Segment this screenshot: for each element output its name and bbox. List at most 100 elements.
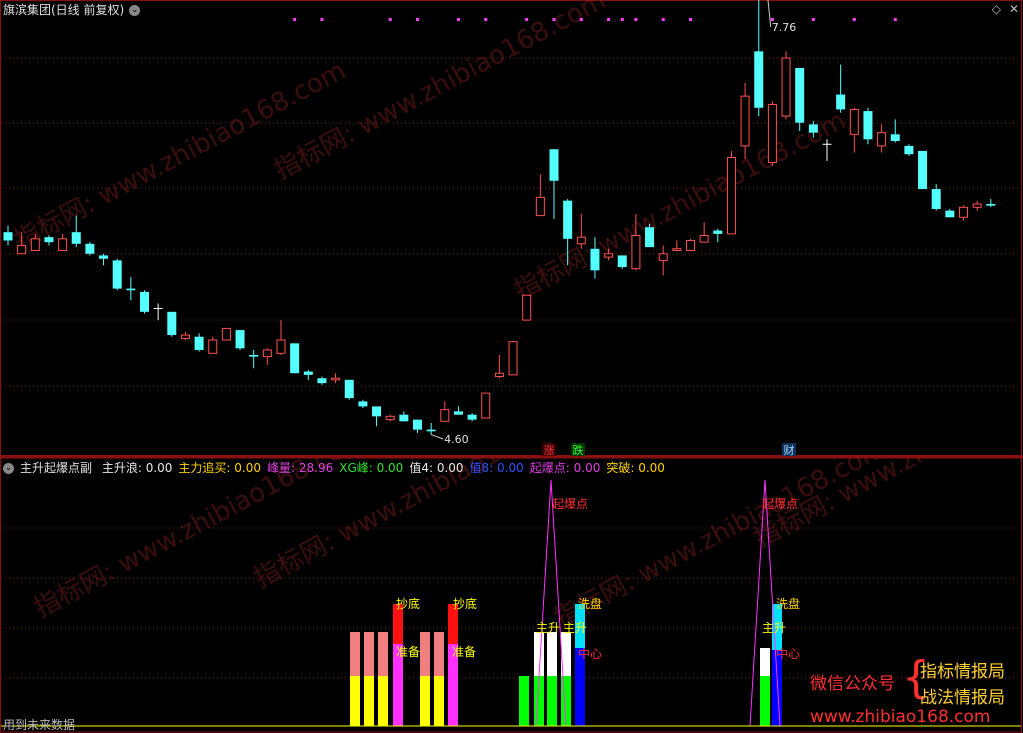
candle-7 bbox=[99, 253, 109, 266]
candle-37 bbox=[508, 341, 518, 376]
indicator-value-2: 峰量: 28.96 bbox=[267, 461, 334, 475]
candle-29 bbox=[399, 411, 409, 422]
candle-30 bbox=[413, 419, 422, 433]
candle-16 bbox=[221, 327, 231, 341]
candle-54 bbox=[740, 82, 750, 160]
diamond-icon[interactable]: ◇ bbox=[992, 2, 1001, 16]
candle-body bbox=[167, 311, 177, 336]
bottom-label-2: 抄底 bbox=[453, 596, 477, 611]
candle-body bbox=[563, 200, 573, 239]
candle-17 bbox=[235, 330, 245, 350]
indicator-title-bar: ⌄ 主升起爆点副 主升浪: 0.00 主力追买: 0.00 峰量: 28.96 XG峰:… bbox=[0, 458, 671, 478]
candle-body bbox=[71, 232, 81, 244]
candle-body bbox=[631, 235, 641, 270]
indicator-bar-17 bbox=[547, 632, 557, 676]
candle-body bbox=[30, 238, 40, 251]
candle-body bbox=[112, 260, 122, 289]
candle-48 bbox=[658, 245, 668, 276]
candle-21 bbox=[290, 343, 300, 374]
candle-11 bbox=[153, 303, 163, 321]
indicator-bar-2 bbox=[378, 676, 388, 726]
candle-body bbox=[617, 255, 627, 268]
candle-body bbox=[849, 108, 859, 135]
candle-body bbox=[576, 236, 586, 245]
candle-body bbox=[863, 111, 873, 140]
candle-49 bbox=[672, 240, 682, 251]
candle-64 bbox=[877, 124, 887, 153]
candle-body bbox=[658, 253, 668, 261]
candle-39 bbox=[535, 174, 545, 217]
signal-dot-3 bbox=[416, 18, 419, 21]
chevron-down-icon[interactable]: ⌄ bbox=[129, 5, 141, 16]
signal-dot-2 bbox=[388, 18, 392, 21]
candle-body bbox=[399, 414, 409, 422]
candle-36 bbox=[494, 354, 504, 379]
marker-label-2: 财 bbox=[784, 443, 795, 456]
indicator-value-1: 主力追买: 0.00 bbox=[178, 461, 261, 475]
candle-47 bbox=[645, 223, 655, 248]
candle-body bbox=[413, 419, 422, 430]
candle-body bbox=[44, 237, 54, 243]
signal-dot-16 bbox=[852, 18, 856, 21]
candle-body bbox=[508, 341, 518, 376]
candle-body bbox=[317, 378, 327, 384]
candle-70 bbox=[959, 205, 968, 221]
candle-67 bbox=[918, 150, 928, 190]
candle-body bbox=[344, 379, 354, 399]
candle-body bbox=[699, 235, 709, 243]
window-controls: ◇ ✕ bbox=[984, 2, 1019, 16]
chevron-down-icon[interactable]: ⌄ bbox=[3, 463, 14, 474]
candle-24 bbox=[331, 373, 341, 384]
candle-65 bbox=[890, 119, 900, 143]
explode-label-2: 起爆点 bbox=[762, 497, 798, 511]
candle-body bbox=[754, 51, 764, 108]
candle-body bbox=[180, 334, 190, 339]
candle-25 bbox=[344, 379, 354, 400]
candle-body bbox=[726, 157, 736, 235]
indicator-panel[interactable]: 指标网: www.zhibiao168.com 指标网: www.zhibiao1… bbox=[0, 458, 1023, 733]
candlestick-chart[interactable]: 指标网: www.zhibiao168.com指标网: www.zhibiao1… bbox=[0, 0, 1023, 456]
candle-9 bbox=[126, 276, 136, 301]
candle-63 bbox=[863, 107, 873, 145]
price-chart-panel[interactable]: 指标网: www.zhibiao168.com 指标网: www.zhibiao1… bbox=[0, 0, 1023, 456]
candle-body bbox=[17, 244, 27, 255]
candle-body bbox=[713, 230, 723, 234]
wash-label-2: 洗盘 bbox=[776, 596, 800, 611]
candle-body bbox=[385, 415, 395, 421]
candle-body bbox=[986, 203, 996, 206]
candle-14 bbox=[194, 333, 204, 352]
candle-55 bbox=[754, 0, 764, 117]
indicator-value-0: 主升浪: 0.00 bbox=[101, 461, 173, 475]
candle-6 bbox=[85, 242, 95, 256]
indicator-value-3: XG峰: 0.00 bbox=[339, 461, 404, 475]
candle-27 bbox=[372, 406, 382, 427]
candle-52 bbox=[713, 228, 723, 243]
candle-38 bbox=[522, 294, 532, 321]
candle-15 bbox=[208, 336, 218, 354]
candle-body bbox=[795, 67, 805, 123]
candle-body bbox=[208, 339, 218, 354]
candle-body bbox=[290, 343, 300, 374]
candle-body bbox=[467, 414, 477, 420]
candle-body bbox=[767, 103, 777, 164]
candle-body bbox=[959, 206, 968, 218]
marker-label-1: 跌 bbox=[573, 443, 584, 456]
candle-body bbox=[331, 377, 341, 381]
future-data-note: 用到未来数据 bbox=[3, 718, 76, 732]
indicator-bar-1 bbox=[364, 676, 374, 726]
candle-body bbox=[672, 248, 682, 251]
candle-body bbox=[877, 132, 887, 147]
candle-42 bbox=[576, 213, 586, 249]
close-icon[interactable]: ✕ bbox=[1009, 2, 1019, 16]
candle-body bbox=[931, 189, 941, 209]
candle-32 bbox=[440, 401, 450, 422]
signal-dot-12 bbox=[661, 18, 665, 21]
signal-dot-13 bbox=[689, 18, 692, 21]
indicator-value-7: 突破: 0.00 bbox=[606, 461, 665, 475]
candle-body bbox=[99, 255, 109, 259]
candle-72 bbox=[986, 199, 996, 208]
candle-58 bbox=[795, 67, 805, 131]
core-label-2: 中心 bbox=[776, 646, 800, 661]
candle-body bbox=[358, 401, 368, 407]
indicator-chart[interactable]: 指标网: www.zhibiao168.com指标网: www.zhibiao1… bbox=[0, 458, 1023, 733]
